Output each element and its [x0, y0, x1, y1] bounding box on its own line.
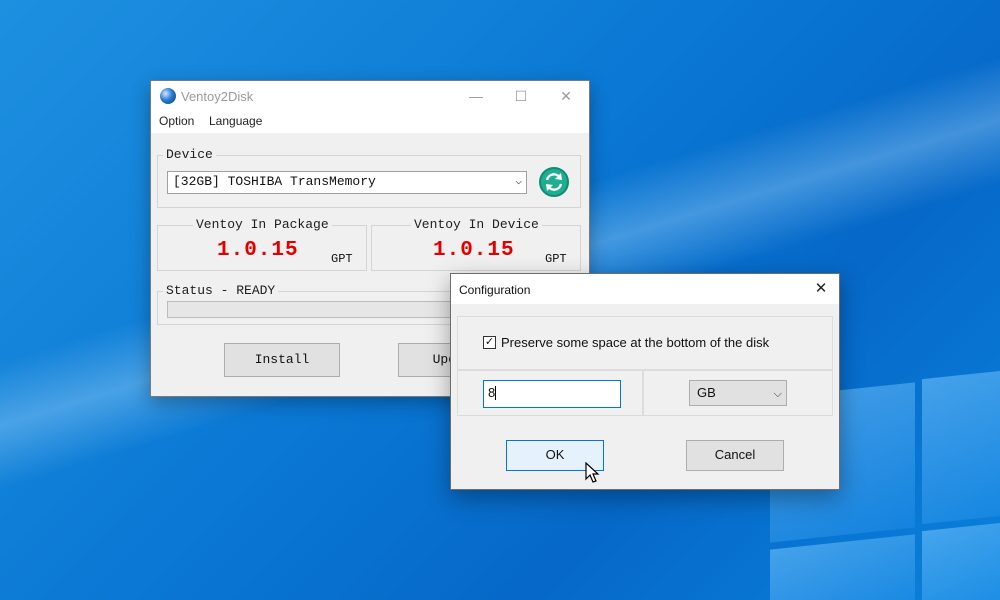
cancel-button[interactable]: Cancel	[686, 440, 784, 471]
package-version-label: Ventoy In Package	[193, 217, 332, 232]
device-select[interactable]: [32GB] TOSHIBA TransMemory ⌵	[167, 171, 527, 194]
ventoy-logo-icon	[160, 88, 176, 104]
device-selected-value: [32GB] TOSHIBA TransMemory	[173, 174, 376, 189]
status-label: Status - READY	[163, 283, 279, 298]
package-version-value: 1.0.15	[217, 239, 299, 262]
chevron-down-icon: ⌵	[515, 176, 522, 188]
refresh-icon[interactable]	[539, 167, 569, 197]
space-size-value: 8	[488, 385, 496, 400]
dialog-close-button[interactable]: ✕	[803, 274, 839, 304]
configuration-dialog: Configuration ✕ ✓ Preserve some space at…	[450, 273, 840, 490]
install-button[interactable]: Install	[224, 343, 340, 377]
menu-option[interactable]: Option	[159, 114, 194, 128]
package-partition-style: GPT	[331, 252, 353, 266]
menu-language[interactable]: Language	[209, 114, 262, 128]
preserve-space-checkbox[interactable]: ✓	[483, 336, 496, 349]
dialog-title: Configuration	[459, 283, 531, 297]
device-version-label: Ventoy In Device	[411, 217, 542, 232]
device-label: Device	[163, 147, 216, 162]
window-title: Ventoy2Disk	[181, 89, 254, 104]
minimize-button[interactable]: —	[453, 81, 499, 111]
close-button[interactable]: ✕	[543, 81, 589, 111]
title-bar[interactable]: Ventoy2Disk — ☐ ✕	[151, 81, 589, 111]
text-caret	[495, 386, 497, 400]
device-partition-style: GPT	[545, 252, 567, 266]
preserve-space-label[interactable]: Preserve some space at the bottom of the…	[501, 335, 769, 350]
dialog-title-bar[interactable]: Configuration ✕	[451, 274, 839, 304]
unit-selected-value: GB	[697, 385, 716, 400]
space-size-input[interactable]: 8	[483, 380, 621, 408]
unit-select[interactable]: GB ⌵	[689, 380, 787, 406]
maximize-button[interactable]: ☐	[498, 81, 544, 111]
mouse-pointer-icon	[585, 461, 601, 484]
chevron-down-icon: ⌵	[773, 388, 782, 400]
menu-bar: Option Language	[151, 111, 589, 133]
device-version-value: 1.0.15	[433, 239, 515, 262]
